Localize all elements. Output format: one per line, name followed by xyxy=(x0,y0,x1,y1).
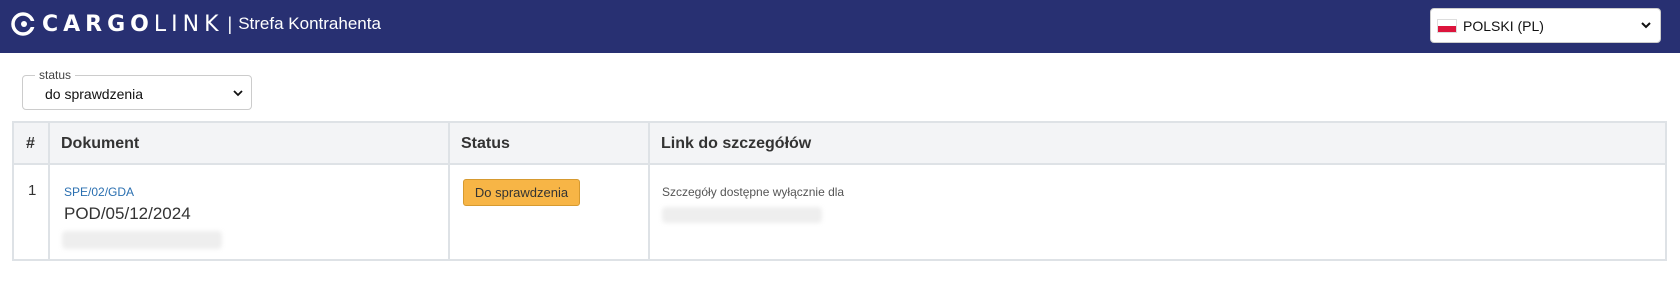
column-header-details-link: Link do szczegółów xyxy=(661,135,812,152)
status-filter-value: do sprawdzenia xyxy=(45,86,144,102)
portal-subtitle: Strefa Kontrahenta xyxy=(238,14,381,33)
language-select-value: POLSKI (PL) xyxy=(1463,17,1544,34)
details-availability-text: Szczegóły dostępne wyłącznie dla xyxy=(662,185,845,199)
logo-separator: | xyxy=(227,13,233,34)
top-navigation-bar: CARGO LINK | Strefa Kontrahenta POLSKI (… xyxy=(0,0,1680,53)
documents-table: # Dokument Status Link do szczegółów 1 S… xyxy=(12,121,1667,261)
poland-flag-icon xyxy=(1437,18,1457,33)
column-divider xyxy=(448,123,450,259)
redacted-text xyxy=(662,207,822,223)
column-header-document: Dokument xyxy=(61,135,140,152)
logo-text-link: LINK xyxy=(153,11,224,37)
column-header-status: Status xyxy=(461,135,510,152)
status-badge: Do sprawdzenia xyxy=(463,179,580,206)
column-divider xyxy=(48,123,50,259)
language-select[interactable]: POLSKI (PL) xyxy=(1430,8,1661,43)
column-divider xyxy=(648,123,650,259)
logo-text-cargo: CARGO xyxy=(42,11,154,37)
status-filter-label: status xyxy=(35,68,76,82)
status-filter-select[interactable]: status do sprawdzenia xyxy=(22,68,252,110)
table-header-row: # Dokument Status Link do szczegółów xyxy=(14,123,1665,165)
redacted-text xyxy=(62,231,222,249)
row-index: 1 xyxy=(28,182,37,199)
column-header-index: # xyxy=(26,135,35,152)
chevron-down-icon xyxy=(233,90,243,97)
document-number: POD/05/12/2024 xyxy=(64,204,191,223)
cargolink-logo-icon xyxy=(11,12,36,36)
chevron-down-icon xyxy=(1641,22,1651,29)
cargolink-logo[interactable]: CARGO LINK | Strefa Kontrahenta xyxy=(10,11,381,37)
document-link[interactable]: SPE/02/GDA xyxy=(64,185,134,199)
